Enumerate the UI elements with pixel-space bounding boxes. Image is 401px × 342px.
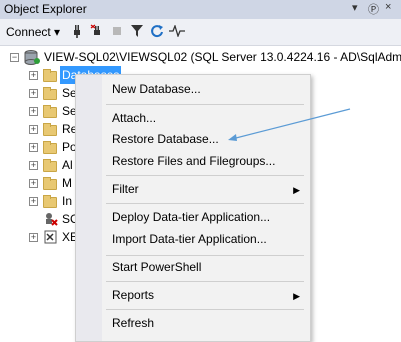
menu-item-deploy-data-tier[interactable]: Deploy Data-tier Application... [112, 207, 302, 227]
folder-icon [43, 105, 57, 118]
refresh-icon[interactable] [148, 22, 166, 40]
object-explorer-toolbar: Connect ▾ [0, 19, 401, 46]
collapse-icon[interactable]: − [10, 53, 19, 62]
sql-agent-icon [44, 212, 58, 231]
menu-separator [106, 255, 304, 256]
menu-item-reports[interactable]: Reports [112, 285, 302, 305]
tree-node-label: In [62, 194, 73, 208]
window-position-dropdown-icon[interactable]: ▾ [352, 1, 358, 14]
expand-icon[interactable]: + [29, 125, 38, 134]
folder-icon [43, 195, 57, 208]
server-name: VIEW-SQL02\VIEWSQL02 (SQL Server 13.0.42… [44, 50, 401, 64]
menu-icon-gutter [76, 75, 102, 341]
menu-item-import-data-tier[interactable]: Import Data-tier Application... [112, 229, 302, 249]
disconnect-icon[interactable] [88, 22, 106, 40]
expand-icon[interactable]: + [29, 233, 38, 242]
menu-separator [106, 175, 304, 176]
activity-monitor-icon[interactable] [168, 22, 186, 40]
filter-icon[interactable] [128, 22, 146, 40]
submenu-arrow-icon: ▶ [293, 185, 300, 195]
tree-node-server[interactable]: − VIEW-SQL02\VIEWSQL02 (SQL Server 13.0.… [0, 48, 401, 66]
pin-icon[interactable]: Ⓟ [368, 1, 379, 17]
connect-icon[interactable] [68, 22, 86, 40]
connect-button[interactable]: Connect ▾ [6, 25, 60, 39]
expand-icon[interactable]: + [29, 143, 38, 152]
server-icon [24, 50, 40, 70]
close-icon[interactable]: × [385, 1, 391, 13]
menu-item-new-database[interactable]: New Database... [112, 79, 302, 99]
panel-title: Object Explorer [4, 2, 87, 16]
folder-icon [43, 159, 57, 172]
object-explorer-titlebar: Object Explorer ▾ Ⓟ × [0, 0, 401, 19]
folder-icon [43, 69, 57, 82]
expand-icon[interactable]: + [29, 161, 38, 170]
menu-separator [106, 203, 304, 204]
stop-icon[interactable] [108, 22, 126, 40]
expand-icon[interactable]: + [29, 71, 38, 80]
expand-icon[interactable]: + [29, 179, 38, 188]
folder-icon [43, 141, 57, 154]
menu-separator [106, 309, 304, 310]
annotation-arrow [228, 108, 351, 141]
expand-icon[interactable]: + [29, 107, 38, 116]
menu-item-start-powershell[interactable]: Start PowerShell [112, 257, 302, 277]
menu-item-refresh[interactable]: Refresh [112, 313, 302, 333]
folder-icon [43, 87, 57, 100]
submenu-arrow-icon: ▶ [293, 291, 300, 301]
folder-icon [43, 123, 57, 136]
expand-icon[interactable]: + [29, 197, 38, 206]
xevent-profiler-icon [44, 230, 58, 249]
expand-icon[interactable]: + [29, 89, 38, 98]
tree-node-label: Al [62, 158, 73, 172]
menu-separator [106, 281, 304, 282]
tree-node-label: M [62, 176, 72, 190]
menu-item-filter[interactable]: Filter [112, 179, 302, 199]
menu-item-restore-files-filegroups[interactable]: Restore Files and Filegroups... [112, 151, 302, 171]
menu-separator [106, 104, 304, 105]
folder-icon [43, 177, 57, 190]
